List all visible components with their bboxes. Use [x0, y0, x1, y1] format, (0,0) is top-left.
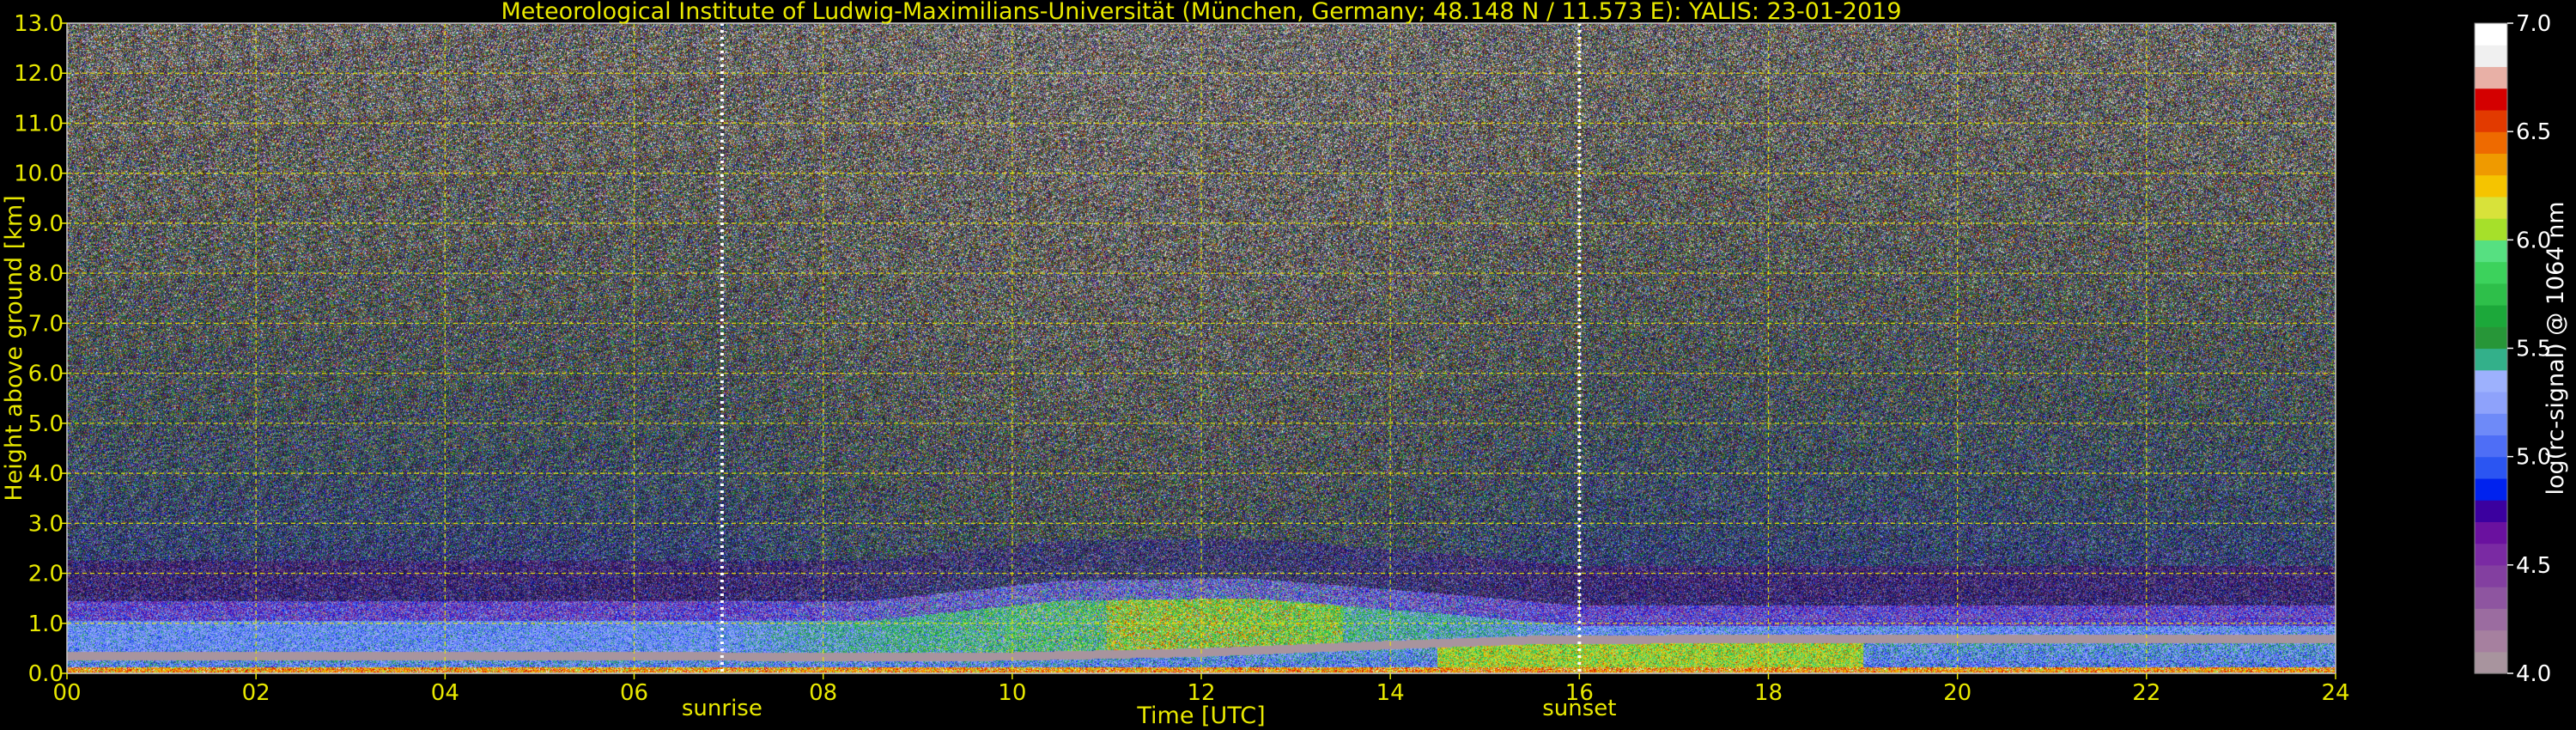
colorbar-segment [2475, 348, 2507, 371]
y-tick-label: 13.0 [14, 11, 64, 37]
colorbar-segment [2475, 305, 2507, 327]
colorbar-segment [2475, 326, 2507, 350]
x-tick-label: 20 [1943, 680, 1971, 706]
colorbar-segment [2475, 261, 2507, 284]
colorbar-segment [2475, 521, 2507, 544]
colorbar-segment [2475, 283, 2507, 306]
y-tick-label: 5.0 [28, 411, 64, 437]
x-tick-label: 16 [1565, 680, 1594, 706]
colorbar-segment [2475, 174, 2507, 198]
colorbar-segment [2475, 651, 2507, 674]
x-tick-label: 02 [242, 680, 270, 706]
x-axis-title: Time [UTC] [1136, 703, 1265, 729]
colorbar-segment [2475, 587, 2507, 609]
y-tick-label: 12.0 [14, 61, 64, 87]
x-tick-label: 08 [809, 680, 837, 706]
colorbar-segment [2475, 369, 2507, 392]
colorbar-segment [2475, 23, 2507, 46]
colorbar-segment [2475, 456, 2507, 479]
colorbar-segment [2475, 88, 2507, 111]
colorbar-segment [2475, 45, 2507, 68]
colorbar-segment [2475, 109, 2507, 132]
colorbar-segment [2475, 435, 2507, 458]
colorbar-segment [2475, 66, 2507, 89]
x-tick-label: 14 [1376, 680, 1405, 706]
colorbar-label: log(rc-signal) @ 1064 nm [2543, 201, 2569, 495]
lidar-chart-figure: sunrise sunset 00 02 04 06 08 10 12 14 16 18 20 22 24 0… [0, 0, 2576, 730]
colorbar-tick-label: 7.0 [2516, 11, 2551, 37]
y-tick-label: 6.0 [28, 362, 64, 387]
y-tick-label: 11.0 [14, 111, 64, 137]
colorbar-segment [2475, 478, 2507, 501]
colorbar-segment [2475, 240, 2507, 263]
colorbar-segment [2475, 153, 2507, 176]
x-tick-label: 06 [620, 680, 648, 706]
y-tick-label: 0.0 [28, 661, 64, 687]
colorbar-segment [2475, 543, 2507, 566]
sunrise-label: sunrise [682, 696, 762, 721]
colorbar-segment [2475, 608, 2507, 631]
colorbar-segment [2475, 564, 2507, 587]
colorbar-segment [2475, 196, 2507, 219]
colorbar-segment [2475, 500, 2507, 522]
y-tick-label: 3.0 [28, 511, 64, 537]
y-tick-label: 7.0 [28, 311, 64, 337]
colorbar-tick-label: 4.5 [2516, 553, 2551, 579]
colorbar-tick-label: 6.5 [2516, 119, 2551, 145]
y-tick-label: 8.0 [28, 261, 64, 287]
y-tick-label: 2.0 [28, 562, 64, 587]
colorbar-segment [2475, 413, 2507, 436]
x-tick-label: 10 [998, 680, 1026, 706]
y-tick-label: 1.0 [28, 611, 64, 637]
x-tick-label: 04 [431, 680, 459, 706]
y-tick-label: 9.0 [28, 211, 64, 237]
colorbar-segment [2475, 391, 2507, 414]
x-tick-label: 24 [2321, 680, 2349, 706]
y-axis-title: Height above ground [km] [1, 195, 27, 501]
y-tick-label: 10.0 [14, 161, 64, 187]
colorbar-segment [2475, 131, 2507, 154]
chart-svg: sunrise sunset00 02 04 06 08 10 12 14 16 18 20 22 240… [1, 0, 2569, 729]
y-tick-label: 4.0 [28, 461, 64, 487]
chart-title: Meteorological Institute of Ludwig-Maxim… [501, 0, 1901, 25]
x-tick-label: 18 [1754, 680, 1783, 706]
colorbar-segment [2475, 218, 2507, 240]
colorbar-segment [2475, 630, 2507, 653]
colorbar-tick-label: 4.0 [2516, 661, 2551, 687]
x-tick-label: 22 [2132, 680, 2160, 706]
